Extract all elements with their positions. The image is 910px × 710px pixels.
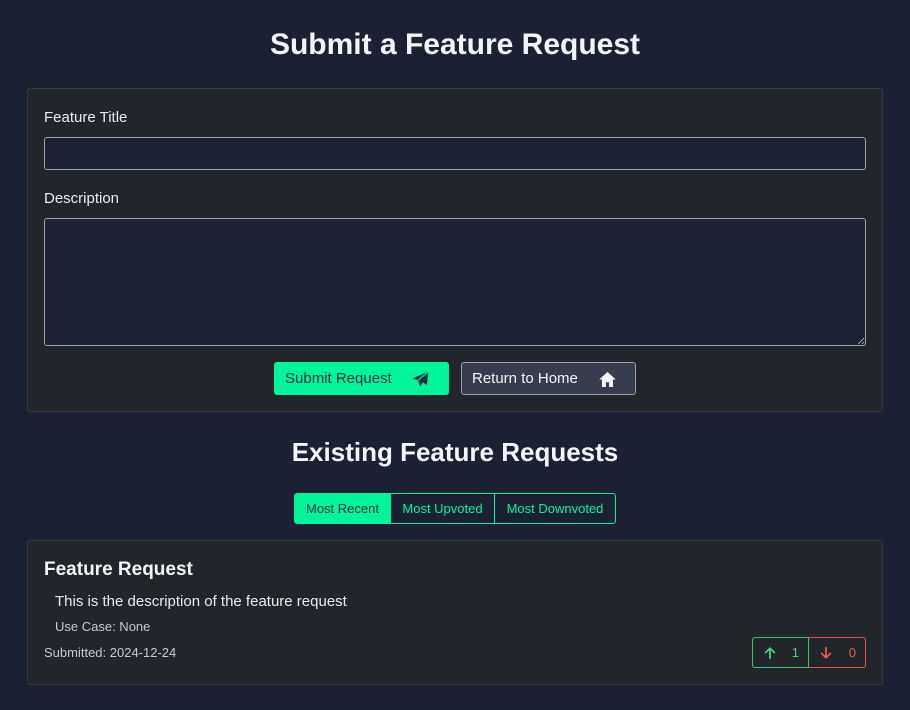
description-textarea[interactable] xyxy=(44,218,866,346)
arrow-up-icon xyxy=(764,646,776,659)
downvote-count: 0 xyxy=(848,645,856,660)
request-use-case: Use Case: None xyxy=(55,619,151,634)
feature-request-card: Feature Request This is the description … xyxy=(27,540,883,685)
sort-most-downvoted-button[interactable]: Most Downvoted xyxy=(494,494,615,523)
vote-button-group: 1 0 xyxy=(752,637,866,668)
home-icon xyxy=(599,371,616,388)
feature-title-input[interactable] xyxy=(44,137,866,170)
request-title: Feature Request xyxy=(44,559,193,580)
submit-request-label: Submit Request xyxy=(285,370,392,387)
page-title: Submit a Feature Request xyxy=(269,28,641,61)
feature-request-form: Feature Title Description Submit Request… xyxy=(27,88,883,412)
request-description: This is the description of the feature r… xyxy=(55,593,347,610)
description-label: Description xyxy=(44,190,120,207)
existing-requests-title: Existing Feature Requests xyxy=(291,437,619,467)
page: Submit a Feature Request Feature Title D… xyxy=(0,0,910,710)
arrow-down-icon xyxy=(820,646,832,659)
return-home-label: Return to Home xyxy=(472,370,578,387)
sort-button-group: Most Recent Most Upvoted Most Downvoted xyxy=(294,493,616,524)
sort-most-upvoted-button[interactable]: Most Upvoted xyxy=(390,494,494,523)
paper-plane-icon xyxy=(412,371,429,387)
request-submitted-date: Submitted: 2024-12-24 xyxy=(44,645,177,660)
feature-title-label: Feature Title xyxy=(44,109,128,126)
upvote-button[interactable]: 1 xyxy=(752,637,809,668)
submit-request-button[interactable]: Submit Request xyxy=(274,362,449,395)
sort-most-recent-button[interactable]: Most Recent xyxy=(295,494,390,523)
upvote-count: 1 xyxy=(791,645,799,660)
return-home-button[interactable]: Return to Home xyxy=(461,362,636,395)
downvote-button[interactable]: 0 xyxy=(809,637,866,668)
